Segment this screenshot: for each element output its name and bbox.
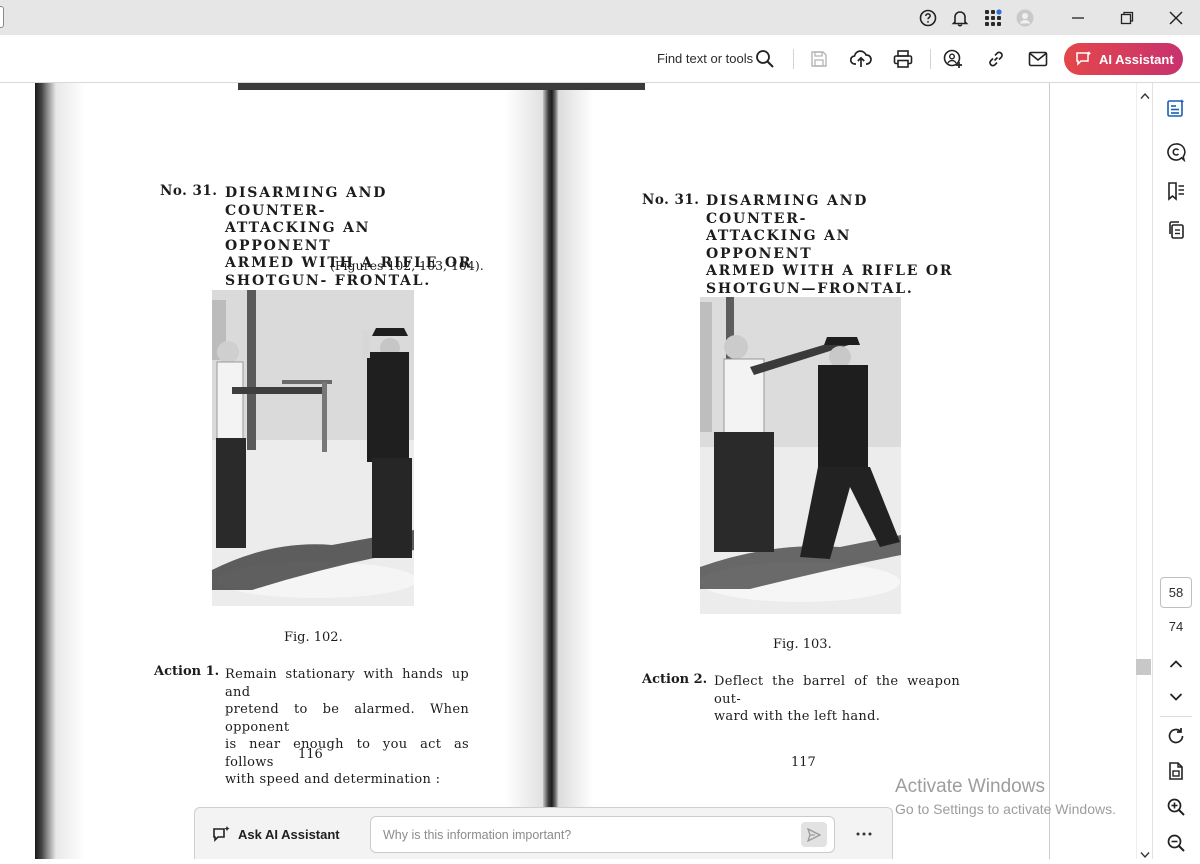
- book-spine: [543, 90, 559, 808]
- ask-ai-input[interactable]: [370, 816, 835, 853]
- ai-assistant-button[interactable]: AI Assistant: [1064, 43, 1183, 75]
- left-heading: DISARMING AND COUNTER- ATTACKING AN OPPO…: [225, 185, 477, 290]
- user-avatar-icon[interactable]: [1015, 8, 1035, 28]
- right-heading-line: ATTACKING AN OPPONENT: [706, 228, 852, 262]
- left-action-text: Remain stationary with hands up and pret…: [225, 666, 469, 789]
- ai-chat-icon: [212, 825, 231, 849]
- send-arrow-icon: [807, 827, 821, 842]
- link-icon[interactable]: [985, 48, 1007, 70]
- toolbar-divider: [793, 49, 794, 69]
- left-heading-line: SHOTGUN- FRONTAL.: [225, 272, 431, 289]
- close-button[interactable]: [1152, 0, 1200, 35]
- scroll-up-arrow-icon[interactable]: [1140, 87, 1150, 105]
- figure-103-photo: [700, 297, 901, 614]
- email-icon[interactable]: [1027, 48, 1049, 70]
- copy-pages-icon[interactable]: [1164, 218, 1188, 242]
- next-page-icon[interactable]: [1164, 685, 1188, 709]
- find-text-label[interactable]: Find text or tools: [657, 51, 753, 66]
- ai-assistant-label: AI Assistant: [1099, 51, 1174, 67]
- share-user-icon[interactable]: [942, 48, 964, 70]
- left-action-line: with speed and determination :: [225, 772, 441, 787]
- right-heading-line: ARMED WITH A RIFLE OR: [706, 263, 954, 279]
- cloud-upload-icon[interactable]: [850, 48, 872, 70]
- right-item-number: No. 31.: [642, 192, 700, 208]
- left-page-number: 116: [298, 747, 323, 762]
- scan-left-edge: [35, 83, 57, 859]
- figure-103-caption: Fig. 103.: [773, 637, 832, 652]
- scrollbar-thumb[interactable]: [1136, 659, 1151, 675]
- restore-button[interactable]: [1103, 0, 1151, 35]
- bookmark-list-icon[interactable]: [1164, 179, 1188, 203]
- right-heading-line: SHOTGUN—FRONTAL.: [706, 280, 914, 297]
- right-heading: DISARMING AND COUNTER- ATTACKING AN OPPO…: [706, 193, 960, 298]
- refresh-icon[interactable]: [1164, 724, 1188, 748]
- left-action-line: Remain stationary with hands up and: [225, 667, 469, 700]
- figure-102-caption: Fig. 102.: [284, 630, 343, 645]
- bell-icon[interactable]: [950, 8, 970, 28]
- save-icon[interactable]: [808, 48, 830, 70]
- comment-icon[interactable]: [1164, 140, 1188, 164]
- figure-102-photo: [212, 290, 414, 606]
- zoom-out-icon[interactable]: [1164, 831, 1188, 855]
- activate-windows-title: Activate Windows: [895, 776, 1045, 797]
- tab-edge[interactable]: [0, 6, 4, 28]
- apps-grid-icon[interactable]: [983, 8, 1003, 28]
- left-heading-line: DISARMING AND COUNTER-: [225, 185, 388, 219]
- main-toolbar: Find text or tools AI Assistant: [0, 35, 1200, 83]
- right-action-label: Action 2.: [642, 672, 708, 687]
- right-page-number: 117: [791, 755, 816, 770]
- left-item-number: No. 31.: [160, 183, 218, 199]
- help-icon[interactable]: [918, 8, 938, 28]
- right-action-text: Deflect the barrel of the weapon out- wa…: [714, 673, 960, 726]
- left-figures-reference: (Figures 102, 103, 104).: [330, 258, 484, 273]
- page-fit-icon[interactable]: [1164, 759, 1188, 783]
- more-options-icon[interactable]: [853, 822, 875, 846]
- title-bar: [0, 0, 1200, 35]
- left-heading-line: ATTACKING AN OPPONENT: [225, 220, 371, 254]
- left-action-line: is near enough to you act as follows: [225, 737, 469, 770]
- right-action-line: Deflect the barrel of the weapon out-: [714, 674, 960, 707]
- right-heading-line: DISARMING AND COUNTER-: [706, 193, 869, 227]
- right-action-line: ward with the left hand.: [714, 709, 881, 724]
- scroll-down-arrow-icon[interactable]: [1140, 846, 1150, 864]
- previous-page-icon[interactable]: [1164, 652, 1188, 676]
- vertical-scrollbar[interactable]: [1136, 83, 1152, 859]
- scan-top-shadow: [238, 83, 645, 90]
- search-icon[interactable]: [754, 48, 776, 70]
- current-page-input[interactable]: 58: [1160, 577, 1192, 608]
- total-pages-label: 74: [1168, 619, 1184, 634]
- zoom-in-icon[interactable]: [1164, 795, 1188, 819]
- rail-divider: [1160, 716, 1192, 717]
- left-action-line: pretend to be alarmed. When opponent: [225, 702, 469, 735]
- document-summary-icon[interactable]: [1164, 96, 1188, 120]
- toolbar-divider: [930, 49, 931, 69]
- ask-ai-label: Ask AI Assistant: [238, 827, 340, 842]
- send-button[interactable]: [801, 822, 827, 847]
- minimize-button[interactable]: [1054, 0, 1102, 35]
- activate-windows-subtitle: Go to Settings to activate Windows.: [895, 801, 1116, 817]
- left-action-label: Action 1.: [154, 664, 220, 679]
- ai-sparkle-icon: [1075, 50, 1093, 68]
- print-icon[interactable]: [892, 48, 914, 70]
